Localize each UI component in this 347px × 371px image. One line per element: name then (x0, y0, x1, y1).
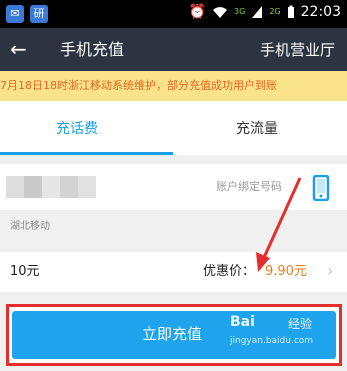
carrier-label: 湖北移动 (10, 221, 50, 232)
notice-banner: 7月18日18时浙江移动系统维护，部分充值成功用户到账 (0, 71, 347, 101)
baidu-watermark: Bai 经验 jingyan.baidu.com (230, 314, 342, 364)
watermark-logo: Bai (230, 314, 255, 330)
mail-notification-icon: ✉ (6, 5, 24, 23)
network-indicator-2: 2G (269, 8, 280, 16)
carrier-row: 湖北移动 (0, 214, 347, 240)
network-bottom-label: 2G (269, 7, 281, 16)
mobile-service-hall-link[interactable]: 手机营业厅 (260, 40, 335, 60)
watermark-url: jingyan.baidu.com (230, 336, 314, 346)
app-bar: ← 手机充值 手机营业厅 (0, 28, 347, 71)
tab-data-plan[interactable]: 充流量 (236, 119, 278, 139)
discount-label: 优惠价： (203, 264, 256, 279)
tab-bar: 充话费 充流量 (0, 101, 347, 155)
clock: 22:03 (300, 4, 341, 20)
network-indicator: 3G (234, 8, 245, 16)
network-top-label: 3G (234, 7, 246, 16)
status-icons: ⏰ 3G 2G 22:03 (189, 4, 341, 20)
watermark-brand: 经验 (288, 317, 313, 331)
alarm-icon: ⏰ (188, 4, 207, 20)
phone-contact-icon[interactable] (312, 175, 330, 201)
recharge-button-label: 立即充值 (142, 325, 203, 343)
phone-number-input[interactable] (6, 176, 96, 198)
app-notification-icon: 研 (30, 5, 48, 23)
phone-number-row[interactable]: 账户绑定号码 (0, 164, 347, 210)
active-tab-indicator (0, 152, 173, 155)
tab-call-credit[interactable]: 充话费 (56, 119, 98, 139)
battery-icon (287, 5, 294, 18)
notice-text: 7月18日18时浙江移动系统维护，部分充值成功用户到账 (0, 79, 277, 92)
discount-price: 9.90元 (265, 264, 307, 279)
page-title: 手机充值 (60, 40, 125, 59)
chevron-right-icon[interactable]: › (327, 262, 333, 280)
status-bar: ✉ 研 ⏰ 3G 2G 22:03 (0, 0, 347, 28)
amount-value: 10元 (10, 264, 40, 279)
wifi-icon (213, 7, 228, 18)
signal-icon (252, 6, 263, 18)
back-arrow-icon[interactable]: ← (10, 39, 27, 59)
amount-row[interactable]: 10元 优惠价： 9.90元 › (0, 252, 347, 292)
phone-hint: 账户绑定号码 (216, 180, 282, 193)
notification-area: ✉ 研 (6, 5, 48, 23)
